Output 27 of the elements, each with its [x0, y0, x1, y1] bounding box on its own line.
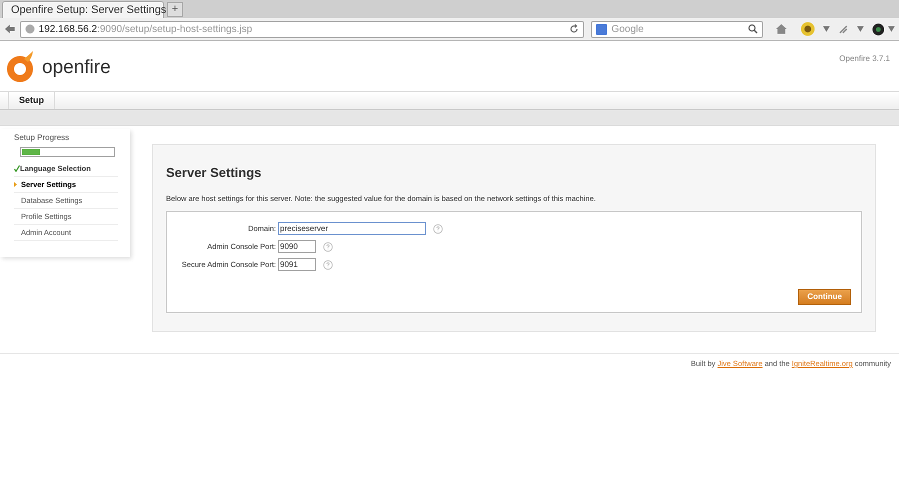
- url-path: :9090/setup/setup-host-settings.jsp: [97, 24, 252, 34]
- text-field[interactable]: preciseserver: [278, 222, 426, 236]
- search-icon[interactable]: [748, 24, 758, 34]
- search-engine-icon: [596, 24, 608, 34]
- home-icon[interactable]: [774, 23, 788, 35]
- nav-tab[interactable]: Setup: [8, 92, 56, 109]
- version-text: Openfire 3.7.1: [839, 53, 891, 65]
- text-field[interactable]: 9090: [278, 240, 316, 254]
- dropdown-arrow-icon[interactable]: [856, 26, 864, 32]
- circle-icon[interactable]: [872, 22, 884, 36]
- check-icon: [14, 165, 20, 172]
- page-title: Server Settings: [166, 164, 262, 182]
- sidebar-title: Setup Progress: [14, 132, 70, 144]
- back-arrow-icon[interactable]: [4, 23, 16, 35]
- tab-title: Openfire Setup: Server Settings: [11, 2, 166, 18]
- logo-icon: [6, 50, 36, 82]
- new-tab-button[interactable]: +: [167, 2, 183, 17]
- text-field[interactable]: 9091: [278, 258, 316, 272]
- dropdown-arrow-icon[interactable]: [888, 26, 896, 32]
- address-bar[interactable]: 192.168.56.2:9090/setup/setup-host-settings.jsp: [20, 20, 584, 38]
- browser-tab[interactable]: Openfire Setup: Server Settings: [2, 1, 164, 18]
- dropdown-arrow-icon[interactable]: [823, 26, 830, 32]
- logo-text: openfire: [42, 56, 111, 80]
- url-host: 192.168.56.2: [38, 24, 98, 34]
- reload-icon[interactable]: [569, 24, 580, 34]
- search-placeholder: Google: [611, 22, 645, 36]
- bullet-icon: [14, 182, 17, 187]
